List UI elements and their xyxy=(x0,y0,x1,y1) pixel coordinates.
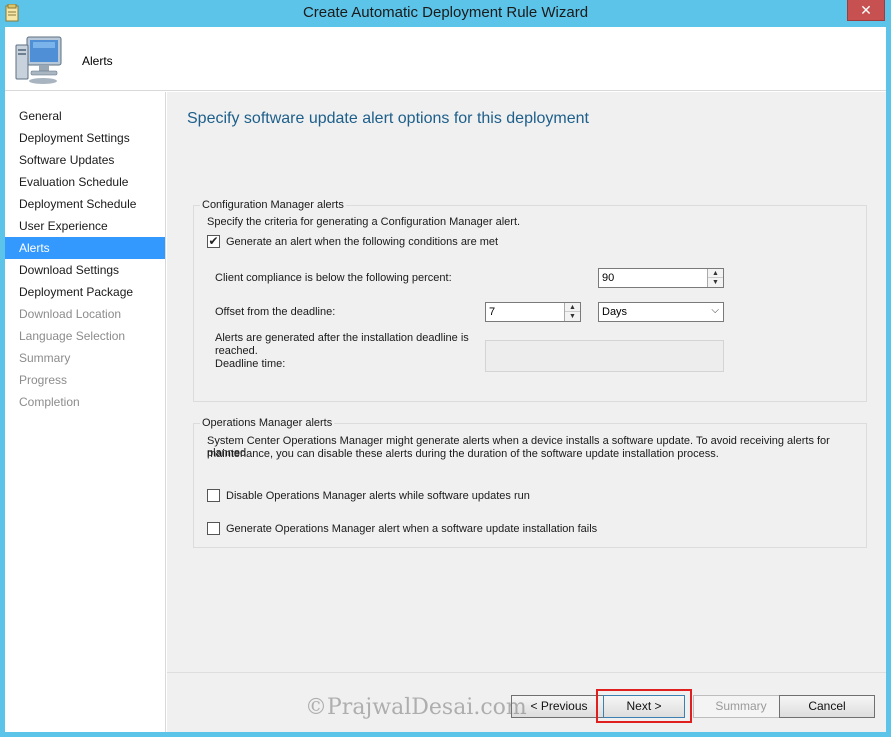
compliance-label: Client compliance is below the following… xyxy=(215,272,452,284)
configuration-manager-alerts-group: Configuration Manager alerts Specify the… xyxy=(193,199,867,402)
group-title: Configuration Manager alerts xyxy=(200,199,346,211)
sidebar-item-deployment-package[interactable]: Deployment Package xyxy=(5,281,165,303)
spin-up-icon[interactable]: ▲ xyxy=(708,269,723,278)
offset-unit-value: Days xyxy=(602,306,628,318)
checkmark-icon: ✔ xyxy=(208,234,219,248)
computer-icon xyxy=(15,36,62,84)
window-title: Create Automatic Deployment Rule Wizard xyxy=(302,4,589,21)
om-description-line2: maintenance, you can disable these alert… xyxy=(207,448,719,460)
summary-button[interactable]: Summary xyxy=(693,695,789,718)
page-title: Alerts xyxy=(82,54,113,68)
sidebar-item-download-location: Download Location xyxy=(19,307,122,321)
sidebar-item-alerts[interactable]: Alerts xyxy=(5,237,165,259)
cancel-button[interactable]: Cancel xyxy=(779,695,875,718)
generate-alert-label: Generate an alert when the following con… xyxy=(226,236,499,248)
offset-stepper[interactable]: 7 ▲ ▼ xyxy=(485,302,581,322)
deadline-note-line2: reached. xyxy=(215,345,258,357)
close-button[interactable]: ✕ xyxy=(847,0,885,21)
chevron-down-icon: ⌵ xyxy=(711,305,719,316)
spin-control: ▲ ▼ xyxy=(564,303,580,321)
sidebar-nav: General Deployment Settings Software Updat… xyxy=(5,105,165,413)
title-bar: Create Automatic Deployment Rule Wizard … xyxy=(0,0,891,27)
sidebar-item-progress: Progress xyxy=(19,373,68,387)
compliance-value: 90 xyxy=(602,272,615,284)
deadline-note-line1: Alerts are generated after the installat… xyxy=(215,332,469,344)
operations-manager-alerts-group: Operations Manager alerts System Center … xyxy=(193,417,867,548)
sidebar-item-deployment-settings[interactable]: Deployment Settings xyxy=(5,127,165,149)
page-heading: Specify software update alert options fo… xyxy=(187,110,589,127)
content-pane: Specify software update alert options fo… xyxy=(167,92,886,672)
spin-up-icon[interactable]: ▲ xyxy=(565,303,580,312)
cm-description: Specify the criteria for generating a Co… xyxy=(207,216,521,228)
sidebar-item-software-updates[interactable]: Software Updates xyxy=(5,149,165,171)
deadline-time-field xyxy=(485,340,724,372)
spin-down-icon[interactable]: ▼ xyxy=(565,312,580,321)
sidebar-item-user-experience[interactable]: User Experience xyxy=(5,215,165,237)
sidebar-item-evaluation-schedule[interactable]: Evaluation Schedule xyxy=(5,171,165,193)
wizard-sidebar: General Deployment Settings Software Updat… xyxy=(5,92,166,732)
sidebar-item-download-settings[interactable]: Download Settings xyxy=(5,259,165,281)
sidebar-item-language-selection: Language Selection xyxy=(19,329,126,343)
sidebar-item-summary: Summary xyxy=(19,351,71,365)
wizard-header: Alerts xyxy=(5,27,886,91)
generate-alert-checkbox[interactable]: ✔ xyxy=(207,235,220,248)
group-title: Operations Manager alerts xyxy=(200,417,335,429)
offset-unit-select[interactable]: Days ⌵ xyxy=(598,302,724,322)
wizard-window: Alerts General Deployment Settings Softwar… xyxy=(5,27,886,732)
watermark: ©PrajwalDesai.com xyxy=(305,695,527,720)
sidebar-item-deployment-schedule[interactable]: Deployment Schedule xyxy=(5,193,165,215)
compliance-percent-stepper[interactable]: 90 ▲ ▼ xyxy=(598,268,724,288)
deadline-time-label: Deadline time: xyxy=(215,358,286,370)
disable-om-alerts-label: Disable Operations Manager alerts while … xyxy=(226,490,530,502)
generate-om-alert-label: Generate Operations Manager alert when a… xyxy=(226,523,598,535)
offset-label: Offset from the deadline: xyxy=(215,306,336,318)
generate-om-alert-checkbox[interactable] xyxy=(207,522,220,535)
offset-value: 7 xyxy=(489,306,496,318)
disable-om-alerts-checkbox[interactable] xyxy=(207,489,220,502)
sidebar-item-general[interactable]: General xyxy=(5,105,165,127)
next-button[interactable]: Next > xyxy=(603,695,685,718)
sidebar-item-completion: Completion xyxy=(19,395,80,409)
close-icon: ✕ xyxy=(860,2,872,18)
spin-control: ▲ ▼ xyxy=(707,269,723,287)
spin-down-icon[interactable]: ▼ xyxy=(708,278,723,287)
